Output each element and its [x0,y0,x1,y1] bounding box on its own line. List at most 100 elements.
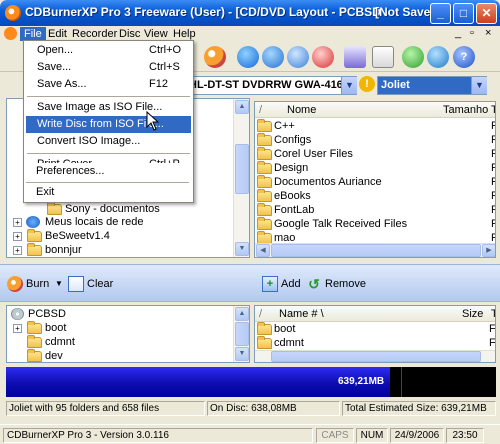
on-disc-size: On Disc: 638,08MB [207,401,340,416]
list-item-type: Fi [489,323,496,335]
menu-item-label: Save Image as ISO File... [37,101,163,113]
tree-item-label: Meus locais de rede [45,216,144,228]
column-name[interactable]: Name # \ [279,308,324,320]
list-item-name: Documentos Auriance [274,176,382,188]
tree-item-label: bonnjur [45,244,82,256]
menu-item-convert-iso[interactable]: Convert ISO Image... [26,133,191,150]
chevron-down-icon[interactable]: ▼ [471,77,487,94]
scroll-left-icon[interactable]: ◀ [256,244,270,257]
window-title: CDBurnerXP Pro 3 Freeware (User) - [CD/D… [25,5,381,19]
folder-icon [257,147,272,160]
status-caps: CAPS [316,428,354,443]
web-icon[interactable] [427,46,449,68]
scroll-up-icon[interactable]: ▲ [235,100,249,114]
sort-icon: / [259,308,263,320]
expand-icon[interactable]: + [13,232,22,241]
erase-icon[interactable] [312,46,334,68]
folder-icon [257,336,272,349]
maximize-button[interactable]: □ [453,3,474,24]
menu-item-label: Open... [37,44,74,56]
eject-icon[interactable] [287,46,309,68]
status-num: NUM [356,428,388,443]
menu-item-label: Save... [37,61,72,73]
status-time: 23:50 [446,428,484,443]
scroll-right-icon[interactable]: ▶ [482,244,495,257]
column-size[interactable]: Tamanho [443,104,488,116]
help-icon[interactable]: ? [453,46,475,68]
expand-icon[interactable]: + [13,218,22,227]
source-file-list[interactable]: / Nome Tamanho T C++ P Configs P Corel Use… [254,101,496,258]
menu-item-write-iso[interactable]: Write Disc from ISO File... [26,116,191,133]
status-date: 24/9/2006 [390,428,444,443]
menu-item-save[interactable]: Save... Ctrl+S [26,59,191,76]
mdi-close-button[interactable]: × [485,27,491,39]
list-item-name: Configs [274,134,312,146]
tree-item-label: Sony - documentos [65,203,160,215]
menu-item-exit[interactable]: Exit [25,184,190,201]
disc-info-icon[interactable] [262,46,284,68]
disc-file-list[interactable]: / Name # \ Size T boot Fi cdmnt Fi [254,305,496,363]
expand-icon[interactable]: + [13,324,22,333]
network-icon [26,216,40,228]
disc-tree-scrollbar[interactable]: ▲ ▼ [233,306,249,362]
list-item-type: P [491,190,495,203]
info-icon[interactable] [237,46,259,68]
refresh-icon[interactable] [402,46,424,68]
compile-icon[interactable] [344,46,366,68]
mouse-cursor-icon [146,111,160,131]
capacity-limit-marker [401,367,402,397]
menu-recorder[interactable]: Recorder [68,27,121,41]
menu-item-save-iso[interactable]: Save Image as ISO File... [26,99,191,116]
menu-file[interactable]: File [20,27,46,41]
burn-disc-icon[interactable] [204,46,226,68]
mdi-minimize-button[interactable]: _ [455,27,461,39]
menu-item-open[interactable]: Open... Ctrl+O [26,42,191,59]
folder-icon [257,119,272,132]
file-list-header: / Nome Tamanho T [255,102,495,118]
properties-icon[interactable] [372,46,394,68]
drive-select[interactable]: HL-DT-ST DVDRRW GWA-4164B [186,76,357,95]
disc-tree-panel[interactable]: ▲ ▼ PCBSD + boot cdmnt dev [6,305,250,363]
burn-disc-icon [7,276,23,292]
warning-info-icon[interactable]: ! [359,76,375,92]
expand-icon[interactable]: + [13,246,22,255]
folder-icon [257,203,272,216]
chevron-down-icon[interactable]: ▼ [55,276,63,292]
scroll-up-icon[interactable]: ▲ [235,307,249,321]
folder-icon [47,202,62,215]
column-type[interactable]: T [491,104,495,116]
scroll-down-icon[interactable]: ▼ [235,347,249,361]
filesystem-select-value: Joliet [381,79,410,91]
menu-edit[interactable]: Edit [44,27,71,41]
folder-icon [27,349,42,362]
mdi-restore-button[interactable]: ▫ [470,27,474,39]
source-tree-scrollbar[interactable]: ▲ ▼ [233,99,249,257]
column-size[interactable]: Size [462,308,483,320]
minimize-button[interactable]: _ [430,3,451,24]
scroll-thumb[interactable] [271,244,481,257]
menu-help[interactable]: Help [169,27,200,41]
close-button[interactable]: ✕ [476,3,497,24]
scroll-thumb[interactable] [235,144,249,194]
menu-item-label: Convert ISO Image... [37,135,141,147]
list-item-name: Google Talk Received Files [274,218,408,230]
disc-list-header: / Name # \ Size T [255,306,495,322]
column-name[interactable]: Nome [287,104,316,116]
menu-item-preferences[interactable]: Preferences... [25,163,190,180]
folder-icon [27,335,42,348]
horizontal-scrollbar[interactable] [255,350,495,362]
column-type[interactable]: T [491,308,495,320]
menu-item-save-as[interactable]: Save As... F12 [26,76,191,93]
scroll-thumb[interactable] [271,351,481,362]
scroll-down-icon[interactable]: ▼ [235,242,249,256]
title-bar[interactable]: CDBurnerXP Pro 3 Freeware (User) - [CD/D… [0,0,500,26]
scroll-thumb[interactable] [235,322,249,346]
horizontal-scrollbar[interactable]: ◀ ▶ [255,243,495,257]
list-item-name: boot [274,323,296,335]
list-item-name: cdmnt [274,337,304,349]
drive-select-value: HL-DT-ST DVDRRW GWA-4164B [189,79,357,91]
menu-view[interactable]: View [140,27,172,41]
menu-item-shortcut: Ctrl+O [149,44,182,56]
list-item-name: C++ [274,120,295,132]
chevron-down-icon[interactable]: ▼ [341,77,357,94]
